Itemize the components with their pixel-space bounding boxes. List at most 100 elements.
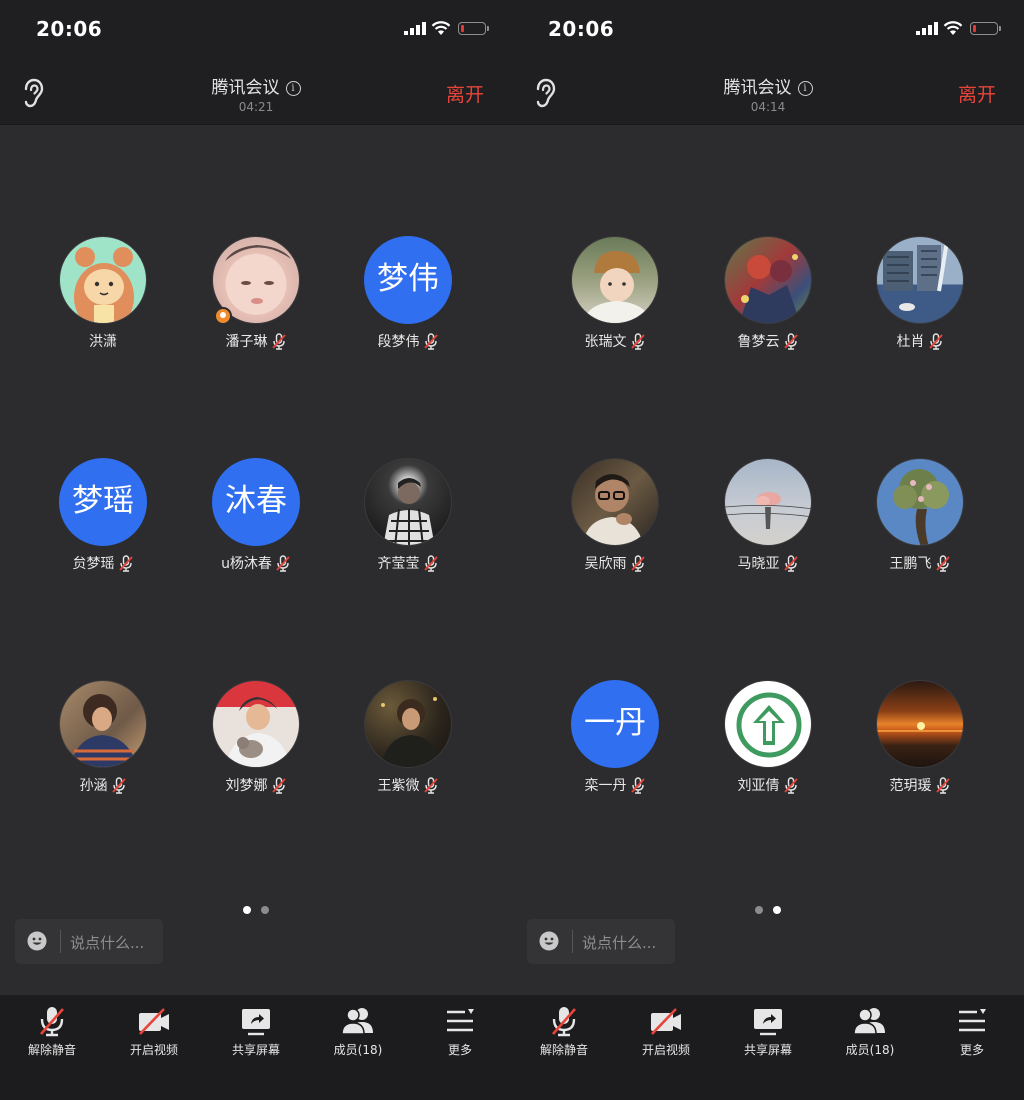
participant-tile[interactable]: 杜肖 — [844, 236, 996, 356]
participant-tile[interactable]: 王紫微 — [332, 680, 484, 800]
meeting-timer: 04:21 — [238, 100, 274, 114]
unmute-label: 解除静音 — [539, 1043, 588, 1057]
participant-tile[interactable]: 洪潇 — [27, 236, 179, 356]
mic-muted-icon — [423, 554, 438, 572]
participant-name: 齐莹莹 — [332, 553, 484, 573]
chat-input[interactable]: 说点什么... — [527, 919, 675, 964]
cat-photo-avatar — [212, 680, 300, 768]
share-screen-button[interactable]: 共享屏幕 — [718, 1005, 818, 1058]
start-video-label: 开启视频 — [641, 1043, 690, 1057]
emoji-icon[interactable] — [27, 931, 47, 951]
page-indicator — [0, 899, 512, 918]
participant-name: 王紫微 — [332, 775, 484, 795]
participant-name-text: 齐莹莹 — [377, 556, 420, 572]
leave-button[interactable]: 离开 — [958, 80, 996, 107]
unmute-button[interactable]: 解除静音 — [2, 1005, 102, 1058]
meeting-title: 腾讯会议 i — [0, 73, 512, 98]
tree-photo-avatar — [876, 458, 964, 546]
start-video-button[interactable]: 开启视频 — [104, 1005, 204, 1058]
chat-placeholder: 说点什么... — [582, 934, 657, 952]
video-off-icon — [651, 1008, 681, 1035]
text-avatar: 梦伟 — [364, 236, 452, 324]
participant-name: 王鹏飞 — [844, 553, 996, 573]
mic-muted-icon — [276, 554, 290, 572]
meeting-title-text: 腾讯会议 — [211, 78, 280, 98]
members-label: 成员(18) — [845, 1043, 895, 1057]
building-photo-avatar — [876, 236, 964, 324]
participant-tile[interactable]: 沐春 u杨沐春 — [180, 458, 332, 578]
participant-name-text: 段梦伟 — [377, 334, 420, 350]
emoji-icon[interactable] — [539, 931, 559, 951]
participant-tile[interactable]: 张瑞文 — [539, 236, 691, 356]
cartoon-bear-avatar — [59, 236, 147, 324]
battery-icon — [458, 22, 489, 35]
page-dot[interactable] — [755, 906, 763, 914]
page-dot[interactable] — [773, 906, 781, 914]
video-off-icon — [139, 1008, 169, 1035]
more-button[interactable]: 更多 — [922, 1005, 1022, 1058]
participant-tile[interactable]: 范玥瑗 — [844, 680, 996, 800]
start-video-label: 开启视频 — [129, 1043, 178, 1057]
participant-grid: 张瑞文 鲁梦云 杜肖 吴欣雨 马晓亚 王鹏飞 一丹 栾一丹 刘亚倩 范玥瑗 — [512, 124, 1024, 904]
chat-input[interactable]: 说点什么... — [15, 919, 163, 964]
participant-tile[interactable]: 马晓亚 — [692, 458, 844, 578]
participant-name: 马晓亚 — [692, 553, 844, 573]
sunset-avatar — [876, 680, 964, 768]
participant-tile[interactable]: 齐莹莹 — [332, 458, 484, 578]
more-menu-icon — [447, 1009, 474, 1032]
participant-tile[interactable]: 刘梦娜 — [180, 680, 332, 800]
participant-name: 鲁梦云 — [692, 331, 844, 351]
battery-icon — [970, 22, 1001, 35]
members-button[interactable]: 成员(18) — [308, 1005, 408, 1058]
participant-name-text: 王紫微 — [377, 778, 420, 794]
share-screen-icon — [754, 1009, 782, 1036]
participant-name-text: 刘梦娜 — [225, 778, 268, 794]
meeting-timer: 04:14 — [750, 100, 786, 114]
mic-muted-icon — [118, 554, 133, 572]
participant-tile[interactable]: 刘亚倩 — [692, 680, 844, 800]
participant-tile[interactable]: 潘子琳 — [180, 236, 332, 356]
meeting-header: 腾讯会议 i 04:14 离开 — [512, 60, 1024, 125]
curly-hair-photo-avatar — [59, 680, 147, 768]
start-video-button[interactable]: 开启视频 — [616, 1005, 716, 1058]
members-icon — [853, 1008, 885, 1035]
leave-button[interactable]: 离开 — [446, 80, 484, 107]
mic-off-icon — [552, 1007, 576, 1037]
cellular-signal-icon — [916, 22, 938, 35]
chat-placeholder: 说点什么... — [70, 934, 145, 952]
participant-tile[interactable]: 梦瑶 贠梦瑶 — [27, 458, 179, 578]
info-icon[interactable]: i — [797, 81, 813, 96]
mic-muted-icon — [928, 332, 943, 350]
child-hat-photo-avatar — [571, 236, 659, 324]
wifi-icon — [943, 21, 963, 35]
mic-muted-icon — [423, 776, 438, 794]
participant-tile[interactable]: 王鹏飞 — [844, 458, 996, 578]
participant-name-text: 洪潇 — [89, 334, 117, 350]
more-button[interactable]: 更多 — [410, 1005, 510, 1058]
mic-muted-icon — [935, 776, 950, 794]
participant-name-text: 杜肖 — [896, 334, 925, 350]
unmute-button[interactable]: 解除静音 — [514, 1005, 614, 1058]
participant-name: 刘亚倩 — [692, 775, 844, 795]
participant-tile[interactable]: 一丹 栾一丹 — [539, 680, 691, 800]
info-icon[interactable]: i — [285, 81, 301, 96]
page-dot[interactable] — [261, 906, 269, 914]
participant-name-text: 王鹏飞 — [889, 556, 932, 572]
page-dot[interactable] — [243, 906, 251, 914]
participant-name-text: 刘亚倩 — [737, 778, 780, 794]
anime-art-avatar — [724, 236, 812, 324]
members-button[interactable]: 成员(18) — [820, 1005, 920, 1058]
singer-photo-avatar — [364, 458, 452, 546]
participant-tile[interactable]: 孙涵 — [27, 680, 179, 800]
participant-name-text: u杨沐春 — [221, 556, 272, 572]
participant-tile[interactable]: 鲁梦云 — [692, 236, 844, 356]
share-screen-button[interactable]: 共享屏幕 — [206, 1005, 306, 1058]
participant-tile[interactable]: 吴欣雨 — [539, 458, 691, 578]
page-indicator — [512, 899, 1024, 918]
status-time: 20:06 — [548, 17, 615, 41]
participant-name-text: 范玥瑗 — [889, 778, 932, 794]
members-label: 成员(18) — [333, 1043, 383, 1057]
participant-name-text: 栾一丹 — [584, 778, 627, 794]
participant-tile[interactable]: 梦伟 段梦伟 — [332, 236, 484, 356]
meeting-toolbar: 解除静音 开启视频 共享屏幕 成员(18) 更多 — [512, 995, 1024, 1100]
